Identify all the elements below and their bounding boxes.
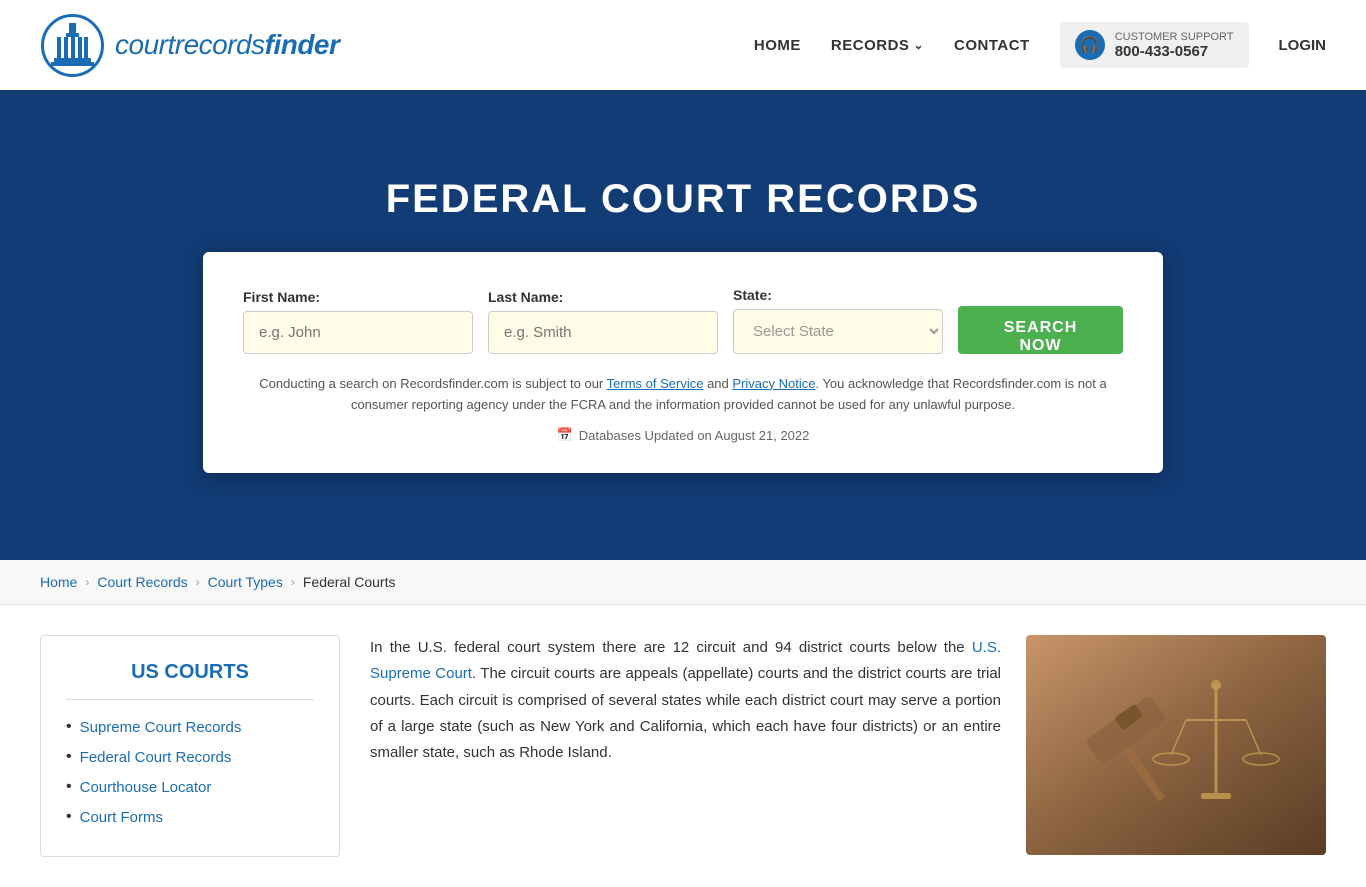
nav-home[interactable]: HOME [754,37,801,54]
search-fields: First Name: Last Name: State: Select Sta… [243,287,1123,354]
breadcrumb: Home › Court Records › Court Types › Fed… [0,560,1366,605]
sidebar: US COURTS Supreme Court Records Federal … [40,635,340,857]
first-name-label: First Name: [243,289,473,305]
search-button[interactable]: SEARCH NOW [958,306,1123,354]
scales-gavel-illustration [1056,655,1296,835]
main-nav: HOME RECORDS ⌄ CONTACT 🎧 CUSTOMER SUPPOR… [754,22,1326,68]
list-item: Courthouse Locator [66,778,314,796]
list-item: Court Forms [66,808,314,826]
support-number: 800-433-0567 [1115,43,1234,60]
logo-text: courtrecordsfinder [115,29,339,61]
breadcrumb-home[interactable]: Home [40,574,77,590]
sidebar-list: Supreme Court Records Federal Court Reco… [66,718,314,826]
breadcrumb-sep-1: › [85,575,89,589]
sidebar-supreme-court[interactable]: Supreme Court Records [80,719,242,736]
logo[interactable]: courtrecordsfinder [40,13,339,78]
support-info: CUSTOMER SUPPORT 800-433-0567 [1115,31,1234,60]
chevron-down-icon: ⌄ [913,38,924,52]
content-area: US COURTS Supreme Court Records Federal … [0,605,1366,887]
hero-section: FEDERAL COURT RECORDS First Name: Last N… [0,90,1366,560]
list-item: Supreme Court Records [66,718,314,736]
sidebar-title: US COURTS [66,661,314,700]
last-name-label: Last Name: [488,289,718,305]
sidebar-federal-court[interactable]: Federal Court Records [80,749,232,766]
hero-title: FEDERAL COURT RECORDS [386,177,981,222]
nav-contact[interactable]: CONTACT [954,37,1030,54]
sidebar-courthouse-locator[interactable]: Courthouse Locator [80,779,212,796]
first-name-group: First Name: [243,289,473,354]
disclaimer-text: Conducting a search on Recordsfinder.com… [243,374,1123,416]
nav-records[interactable]: RECORDS ⌄ [831,37,924,54]
breadcrumb-sep-2: › [196,575,200,589]
privacy-link[interactable]: Privacy Notice [732,376,815,391]
calendar-icon: 📅 [557,427,573,443]
court-image [1026,635,1326,855]
main-content: In the U.S. federal court system there a… [370,635,1326,857]
support-label: CUSTOMER SUPPORT [1115,31,1234,43]
db-update: 📅 Databases Updated on August 21, 2022 [243,427,1123,443]
breadcrumb-court-records[interactable]: Court Records [97,574,187,590]
nav-login[interactable]: LOGIN [1279,37,1327,54]
breadcrumb-current: Federal Courts [303,574,396,590]
last-name-input[interactable] [488,311,718,354]
site-header: courtrecordsfinder HOME RECORDS ⌄ CONTAC… [0,0,1366,90]
list-item: Federal Court Records [66,748,314,766]
last-name-group: Last Name: [488,289,718,354]
logo-icon [40,13,105,78]
breadcrumb-court-types[interactable]: Court Types [208,574,283,590]
state-label: State: [733,287,943,303]
state-group: State: Select State Alabama Alaska Arizo… [733,287,943,354]
support-box[interactable]: 🎧 CUSTOMER SUPPORT 800-433-0567 [1060,22,1249,68]
supreme-court-link[interactable]: U.S. Supreme Court [370,639,1001,682]
sidebar-court-forms[interactable]: Court Forms [80,809,163,826]
tos-link[interactable]: Terms of Service [607,376,704,391]
first-name-input[interactable] [243,311,473,354]
headset-icon: 🎧 [1075,30,1105,60]
state-select[interactable]: Select State Alabama Alaska Arizona Cali… [733,309,943,354]
search-card: First Name: Last Name: State: Select Sta… [203,252,1163,474]
breadcrumb-sep-3: › [291,575,295,589]
